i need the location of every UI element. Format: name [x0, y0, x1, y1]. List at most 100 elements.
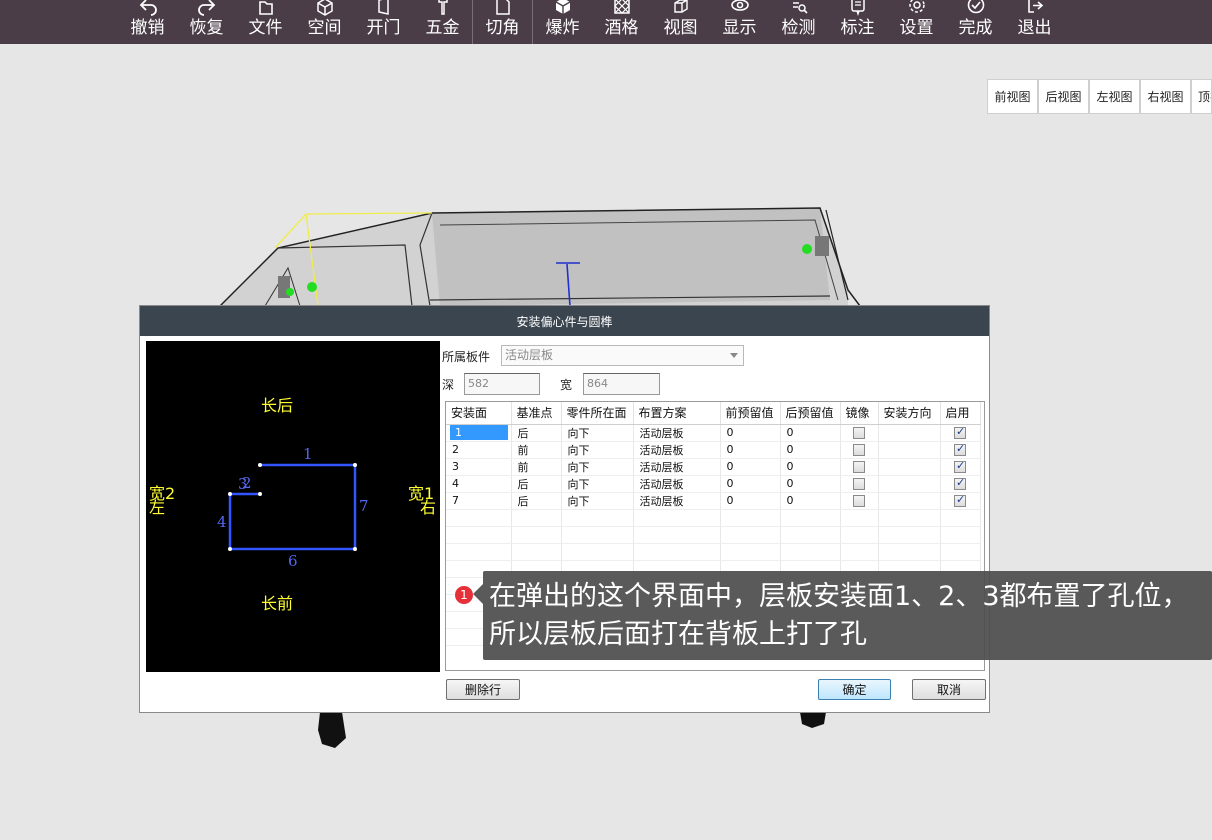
toolbar-button-cut-corner[interactable]: 切角 [473, 0, 532, 44]
table-cell[interactable]: 向下 [561, 492, 634, 510]
column-header[interactable]: 零件所在面 [561, 402, 634, 425]
table-cell[interactable]: 0 [720, 424, 781, 442]
toolbar-button-explode[interactable]: 爆炸 [533, 0, 592, 44]
mirror-checkbox[interactable] [853, 495, 865, 507]
table-cell[interactable]: 0 [720, 475, 781, 493]
table-cell[interactable]: 7 [446, 492, 512, 510]
column-header[interactable]: 前预留值 [720, 402, 781, 425]
table-cell[interactable]: 活动层板 [633, 458, 721, 476]
empty-row [446, 509, 981, 527]
toolbar-button-label: 切角 [485, 18, 520, 38]
table-cell[interactable]: 活动层板 [633, 492, 721, 510]
table-cell[interactable] [878, 492, 941, 510]
table-cell[interactable]: 0 [720, 441, 781, 459]
enabled-checkbox[interactable] [954, 459, 966, 473]
toolbar-button-exit[interactable]: 退出 [1005, 0, 1064, 44]
toolbar-button-label: 检测 [781, 18, 816, 38]
toolbar-button-eye[interactable]: 显示 [710, 0, 769, 44]
table-cell[interactable] [878, 441, 941, 459]
view-switcher: 前视图 后视图 左视图 右视图 顶视 [987, 79, 1212, 114]
table-cell[interactable]: 2 [446, 441, 512, 459]
left-view-button[interactable]: 左视图 [1089, 79, 1140, 114]
table-cell[interactable]: 向下 [561, 458, 634, 476]
table-cell[interactable]: 前 [511, 441, 562, 459]
cancel-button[interactable]: 取消 [912, 679, 986, 700]
column-header[interactable]: 基准点 [511, 402, 562, 425]
front-view-button[interactable]: 前视图 [987, 79, 1038, 114]
table-cell[interactable]: 活动层板 [633, 424, 721, 442]
table-cell[interactable]: 后 [511, 475, 562, 493]
toolbar-button-undo[interactable]: 撤销 [118, 0, 177, 44]
toolbar-button-redo[interactable]: 恢复 [177, 0, 236, 44]
enabled-checkbox[interactable] [954, 442, 966, 456]
cube-icon [315, 0, 335, 16]
empty-cell [940, 509, 981, 527]
table-cell[interactable]: 后 [511, 492, 562, 510]
column-header[interactable]: 布置方案 [633, 402, 721, 425]
inspect-icon [789, 0, 809, 16]
ok-button[interactable]: 确定 [818, 679, 891, 700]
table-row[interactable]: 3 前向下 活动层板 0 0 [446, 458, 981, 476]
toolbar-button-door[interactable]: 开门 [354, 0, 413, 44]
toolbar-button-gear[interactable]: 设置 [887, 0, 946, 44]
table-cell[interactable]: 0 [720, 492, 781, 510]
enabled-checkbox[interactable] [954, 493, 966, 507]
column-header[interactable]: 后预留值 [780, 402, 841, 425]
table-cell[interactable]: 4 [446, 475, 512, 493]
table-row[interactable]: 1 后向下 活动层板 0 0 [446, 424, 981, 442]
table-cell[interactable]: 0 [780, 441, 841, 459]
width-input[interactable]: 864 [583, 373, 660, 395]
table-cell[interactable]: 0 [780, 458, 841, 476]
table-row[interactable]: 7 后向下 活动层板 0 0 [446, 492, 981, 510]
column-header[interactable]: 安装面 [446, 402, 512, 425]
table-cell[interactable]: 0 [720, 458, 781, 476]
table-cell[interactable]: 向下 [561, 475, 634, 493]
board-label: 所属板件 [442, 350, 491, 364]
mirror-checkbox[interactable] [853, 444, 865, 456]
column-header[interactable]: 启用 [940, 402, 981, 425]
table-cell[interactable]: 活动层板 [633, 441, 721, 459]
table-row[interactable]: 4 后向下 活动层板 0 0 [446, 475, 981, 493]
empty-cell [720, 543, 781, 561]
table-cell[interactable]: 1 [446, 424, 512, 442]
back-view-button[interactable]: 后视图 [1038, 79, 1089, 114]
table-cell[interactable]: 0 [780, 492, 841, 510]
depth-input[interactable]: 582 [464, 373, 540, 395]
toolbar-button-annotate[interactable]: 标注 [828, 0, 887, 44]
top-view-button[interactable]: 顶视 [1191, 79, 1212, 114]
column-header[interactable]: 镜像 [840, 402, 879, 425]
edge-7-label: 7 [359, 497, 369, 515]
toolbar-button-cube[interactable]: 空间 [295, 0, 354, 44]
mirror-cell [840, 441, 879, 459]
table-cell[interactable] [878, 424, 941, 442]
table-cell[interactable]: 前 [511, 458, 562, 476]
table-row[interactable]: 2 前向下 活动层板 0 0 [446, 441, 981, 459]
table-cell[interactable]: 后 [511, 424, 562, 442]
table-cell[interactable] [878, 458, 941, 476]
table-cell[interactable]: 向下 [561, 441, 634, 459]
toolbar-button-file[interactable]: 文件 [236, 0, 295, 44]
table-cell[interactable]: 0 [780, 475, 841, 493]
table-cell[interactable] [878, 475, 941, 493]
table-cell[interactable]: 0 [780, 424, 841, 442]
mirror-checkbox[interactable] [853, 478, 865, 490]
toolbar-button-hardware[interactable]: 五金 [413, 0, 472, 44]
table-cell[interactable]: 向下 [561, 424, 634, 442]
toolbar-button-check[interactable]: 完成 [946, 0, 1005, 44]
selected-cell-value: 1 [450, 425, 508, 440]
table-cell[interactable]: 3 [446, 458, 512, 476]
table-cell[interactable]: 活动层板 [633, 475, 721, 493]
right-view-button[interactable]: 右视图 [1140, 79, 1191, 114]
toolbar-button-view[interactable]: 视图 [651, 0, 710, 44]
board-select[interactable]: 活动层板 [501, 345, 744, 366]
depth-label: 深 [442, 378, 455, 392]
toolbar-button-inspect[interactable]: 检测 [769, 0, 828, 44]
enabled-checkbox[interactable] [954, 425, 966, 439]
toolbar-button-wine-grid[interactable]: 酒格 [592, 0, 651, 44]
enabled-checkbox[interactable] [954, 476, 966, 490]
column-header[interactable]: 安装方向 [878, 402, 941, 425]
file-icon [256, 0, 276, 16]
mirror-checkbox[interactable] [853, 461, 865, 473]
delete-row-button[interactable]: 删除行 [446, 679, 520, 700]
mirror-checkbox[interactable] [853, 427, 865, 439]
